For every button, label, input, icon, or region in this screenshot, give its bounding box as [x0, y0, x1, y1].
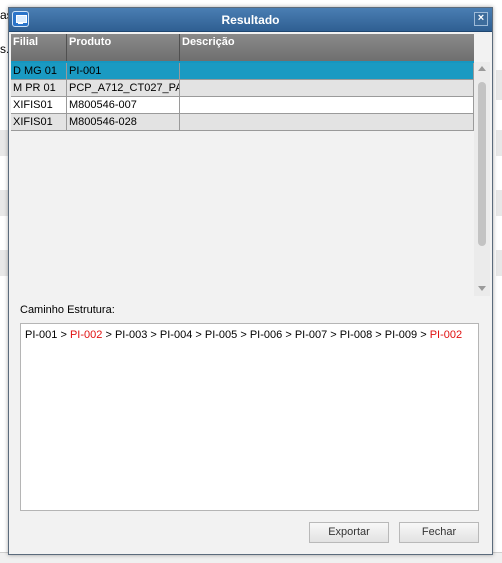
path-segment: PI-003: [114, 329, 148, 341]
cell-descricao: [180, 97, 474, 113]
background-band: [0, 130, 8, 156]
cell-produto: M800546-007: [67, 97, 180, 113]
cell-produto: M800546-028: [67, 114, 180, 130]
table-row[interactable]: XIFIS01 M800546-028: [11, 114, 474, 131]
background-band: [496, 250, 502, 276]
background-band: [496, 190, 502, 216]
grid-vertical-scrollbar[interactable]: [474, 62, 490, 296]
close-icon[interactable]: ×: [474, 12, 488, 26]
path-separator: >: [192, 329, 205, 341]
column-header-descricao[interactable]: Descrição: [180, 34, 474, 63]
background-band: [0, 250, 8, 276]
table-row[interactable]: XIFIS01 M800546-007: [11, 97, 474, 114]
path-segment: PI-001: [25, 329, 58, 341]
result-grid: Filial Produto Descrição D MG 01 PI-001 …: [11, 34, 490, 296]
background-band: [0, 190, 8, 216]
path-separator: >: [282, 329, 295, 341]
path-label: Caminho Estrutura:: [20, 304, 115, 316]
scroll-up-icon[interactable]: [478, 66, 486, 71]
dialog-title: Resultado: [221, 12, 280, 27]
path-segment: PI-008: [339, 329, 373, 341]
close-button[interactable]: Fechar: [399, 522, 479, 543]
cell-filial: D MG 01: [11, 63, 67, 79]
background-band: [496, 130, 502, 156]
scroll-thumb[interactable]: [478, 82, 486, 246]
path-separator: >: [147, 329, 160, 341]
cell-filial: XIFIS01: [11, 97, 67, 113]
table-row[interactable]: D MG 01 PI-001: [11, 63, 474, 80]
scroll-down-icon[interactable]: [478, 286, 486, 291]
cell-descricao: [180, 114, 474, 130]
path-segment: PI-004: [159, 329, 193, 341]
path-segment-highlight: PI-002: [429, 329, 463, 341]
export-button[interactable]: Exportar: [309, 522, 389, 543]
title-bar[interactable]: Resultado ×: [9, 8, 492, 32]
column-header-produto[interactable]: Produto: [67, 34, 180, 63]
structure-path-box[interactable]: PI-001 > PI-002 > PI-003 > PI-004 > PI-0…: [20, 323, 479, 511]
cell-produto: PI-001: [67, 63, 180, 79]
result-dialog: Resultado × Filial Produto Descrição D M…: [8, 7, 493, 555]
path-segment: PI-005: [204, 329, 238, 341]
grid-header: Filial Produto Descrição: [11, 34, 474, 63]
path-segment: PI-009: [384, 329, 418, 341]
path-segment-highlight: PI-002: [69, 329, 103, 341]
column-header-filial[interactable]: Filial: [11, 34, 67, 63]
path-separator: >: [372, 329, 385, 341]
cell-produto: PCP_A712_CT027_PA: [69, 80, 180, 96]
path-segment: PI-006: [249, 329, 283, 341]
cell-filial: M PR 01: [11, 80, 67, 96]
path-separator: >: [417, 329, 430, 341]
cell-filial: XIFIS01: [11, 114, 67, 130]
path-separator: >: [102, 329, 115, 341]
path-segment: PI-007: [294, 329, 328, 341]
path-separator: >: [327, 329, 340, 341]
cell-descricao: [180, 63, 474, 79]
path-separator: >: [237, 329, 250, 341]
table-row[interactable]: M PR 01 PCP_A712_CT027_PA: [11, 80, 474, 97]
window-icon: [12, 11, 29, 27]
cell-descricao: [180, 80, 474, 96]
path-separator: >: [57, 329, 70, 341]
background-band: [496, 70, 502, 100]
